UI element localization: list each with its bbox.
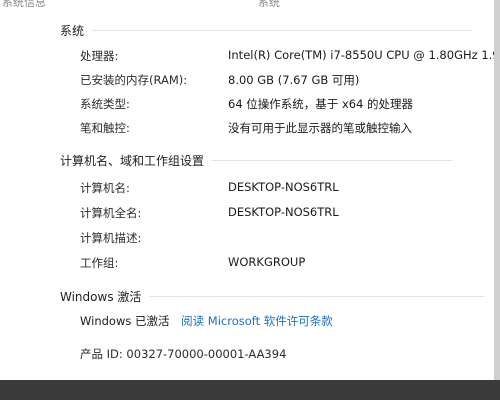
activation-status-row: Windows 已激活 阅读 Microsoft 软件许可条款 [80,313,341,329]
section-divider [92,30,473,31]
section-divider [212,160,453,161]
cut-off-header-left: 系统信息 [2,0,46,9]
computer-full-name-value: DESKTOP-NOS6TRL [228,205,339,219]
pen-touch-label: 笔和触控: [80,121,130,135]
computer-description-label: 计算机描述: [80,231,142,245]
ram-value: 8.00 GB (7.67 GB 可用) [228,73,360,87]
window-edge [494,0,500,380]
activation-status: Windows 已激活 [80,314,170,328]
pen-touch-value: 没有可用于此显示器的笔或触控输入 [228,121,412,135]
section-divider [149,296,485,297]
computer-full-name-label: 计算机全名: [80,206,142,220]
workgroup-value: WORKGROUP [228,255,306,269]
windows-activation-section-title-text: Windows 激活 [60,290,142,304]
windows-activation-section-title: Windows 激活 [60,288,485,305]
license-terms-link[interactable]: 阅读 Microsoft 软件许可条款 [181,314,333,328]
cut-off-header-right: 系统 [258,0,280,9]
workgroup-label: 工作组: [80,256,119,270]
ram-label: 已安装的内存(RAM): [80,73,188,87]
processor-label: 处理器: [80,49,119,63]
computer-name-value: DESKTOP-NOS6TRL [228,180,339,194]
computer-name-label: 计算机名: [80,181,130,195]
system-section-title-text: 系统 [60,24,85,38]
product-id: 产品 ID: 00327-70000-00001-AA394 [80,347,287,361]
computer-name-section-title: 计算机名、域和工作组设置 [60,152,453,169]
processor-value: Intel(R) Core(TM) i7-8550U CPU @ 1.80GHz… [228,48,494,62]
system-properties-panel: 系统信息 系统 系统 处理器: Intel(R) Core(TM) i7-855… [0,0,494,380]
computer-name-section-title-text: 计算机名、域和工作组设置 [60,154,205,168]
system-type-label: 系统类型: [80,97,130,111]
system-section-title: 系统 [60,22,473,39]
system-type-value: 64 位操作系统，基于 x64 的处理器 [228,97,414,111]
bottom-frame [0,380,500,400]
